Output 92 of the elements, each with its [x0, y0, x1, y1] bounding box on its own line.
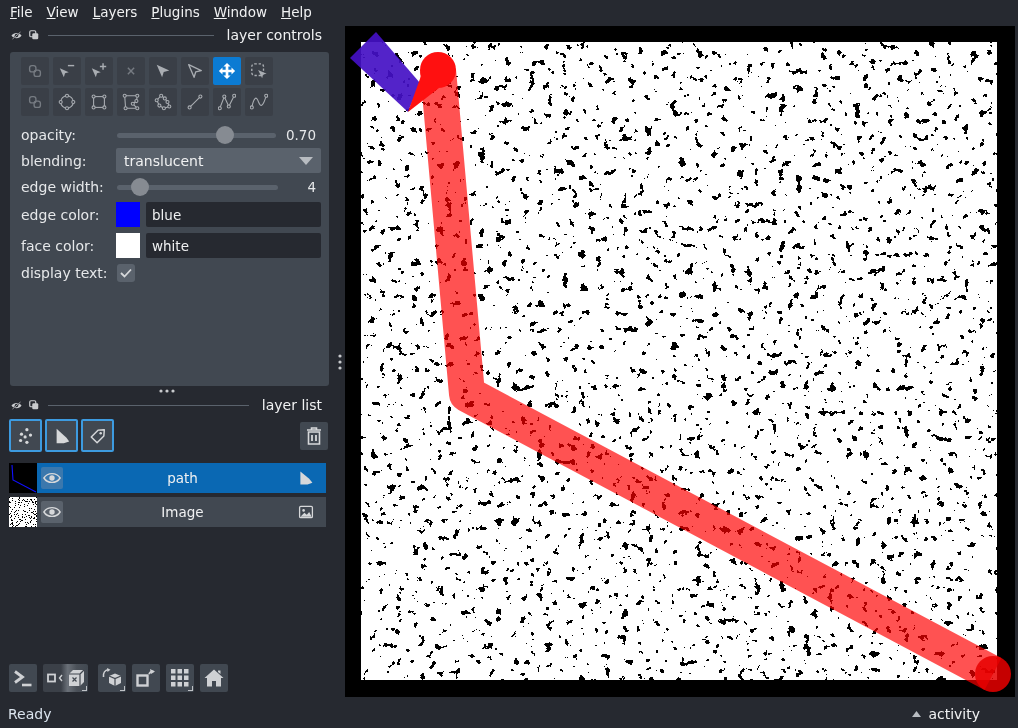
activity-button[interactable]: activity [912, 706, 980, 722]
panel-title: layer list [261, 397, 322, 413]
terminal-prompt-icon [13, 668, 33, 688]
slider-thumb[interactable] [131, 178, 150, 196]
tag-icon [88, 426, 107, 445]
tool-button[interactable] [181, 57, 209, 85]
menu-item[interactable]: Layers [85, 3, 145, 21]
cube-arrow-icon [102, 668, 122, 688]
home-button[interactable] [200, 664, 228, 692]
control-label: opacity: [21, 127, 78, 143]
color-swatch[interactable] [116, 202, 140, 227]
tool-button[interactable] [117, 88, 145, 116]
menu-item[interactable]: Plugins [144, 3, 207, 21]
control-label: blending: [21, 152, 88, 169]
line-nodes-icon [186, 93, 204, 111]
dots-icon [16, 426, 35, 445]
roll-button[interactable] [98, 664, 126, 692]
color-swatch[interactable] [116, 233, 140, 258]
layer-thumbnail [9, 497, 37, 527]
new-points-button[interactable] [9, 419, 42, 452]
tool-button[interactable] [245, 57, 273, 85]
tool-button[interactable] [53, 57, 81, 85]
caret-icon [912, 711, 922, 717]
panel-title: layer controls [226, 27, 322, 43]
arrow-plus-icon [90, 62, 108, 80]
layer-name: path [166, 470, 199, 486]
tool-button[interactable] [149, 57, 177, 85]
color-field[interactable]: white [146, 233, 321, 258]
square-arrow-icon [136, 668, 156, 688]
visibility-toggle[interactable] [41, 467, 63, 489]
caret-icon [299, 156, 313, 165]
status-message: Ready [8, 706, 52, 722]
overlap-squares-icon [26, 93, 44, 111]
layer-name: Image [160, 504, 205, 520]
wedge-shape-icon [298, 470, 314, 486]
eye-slash-icon[interactable] [11, 400, 22, 410]
resize-handle[interactable] [159, 389, 175, 393]
square-cube-icon [46, 668, 85, 688]
resize-handle[interactable] [338, 354, 342, 370]
slider-value: 0.70 [285, 127, 317, 143]
visibility-toggle[interactable] [41, 501, 63, 523]
checkbox[interactable] [117, 264, 135, 282]
arrow-minus-icon [58, 62, 76, 80]
new-labels-button[interactable] [81, 419, 114, 452]
polygon-nodes-icon [122, 93, 140, 111]
color-field[interactable]: blue [146, 202, 321, 227]
blending-dropdown[interactable]: translucent [116, 148, 321, 173]
square-nodes-icon [90, 93, 108, 111]
display-toggle-button[interactable] [43, 664, 88, 692]
eye-slash-icon[interactable] [11, 30, 22, 40]
slider-value: 4 [306, 179, 317, 195]
layer-item[interactable]: Image [37, 497, 326, 527]
tool-button[interactable] [213, 88, 241, 116]
transpose-button[interactable] [132, 664, 160, 692]
menu-item[interactable]: View [39, 3, 86, 21]
grid-button[interactable] [166, 664, 194, 692]
overlap-squares-icon [26, 62, 44, 80]
control-label: edge width: [21, 179, 105, 195]
trash-icon [306, 426, 322, 445]
layer-thumbnail [9, 463, 37, 493]
menu-item[interactable]: File [3, 3, 40, 21]
slider-thumb[interactable] [215, 126, 234, 144]
tool-button[interactable] [213, 57, 241, 85]
blob-nodes-icon [154, 93, 172, 111]
layer-item[interactable]: path [37, 463, 326, 493]
menu-item[interactable]: Window [206, 3, 274, 21]
home-icon [204, 669, 224, 687]
overlap-squares-icon[interactable] [29, 400, 39, 410]
menu-item[interactable]: Help [274, 3, 319, 21]
tool-button[interactable] [85, 88, 113, 116]
tool-button[interactable] [149, 88, 177, 116]
zigzag-nodes-icon [218, 93, 236, 111]
curve-nodes-icon [250, 93, 268, 111]
control-label: edge color: [21, 206, 101, 223]
new-shapes-button[interactable] [45, 419, 78, 452]
delete-layer-button[interactable] [300, 421, 328, 450]
tool-button[interactable] [245, 88, 273, 116]
tool-button[interactable] [85, 57, 113, 85]
control-label: face color: [21, 237, 96, 254]
eye-icon [43, 472, 61, 484]
outline-arrow-icon [186, 62, 204, 80]
tool-button[interactable] [181, 88, 209, 116]
control-label: display text: [21, 265, 109, 281]
circle-nodes-icon [58, 93, 76, 111]
console-button[interactable] [9, 664, 37, 692]
overlap-squares-icon[interactable] [29, 30, 39, 40]
picture-icon [298, 504, 314, 520]
move-arrows-icon [218, 62, 236, 80]
tool-button[interactable] [53, 88, 81, 116]
grid-icon [171, 669, 189, 687]
eye-icon [43, 506, 61, 518]
check-icon [120, 268, 132, 278]
